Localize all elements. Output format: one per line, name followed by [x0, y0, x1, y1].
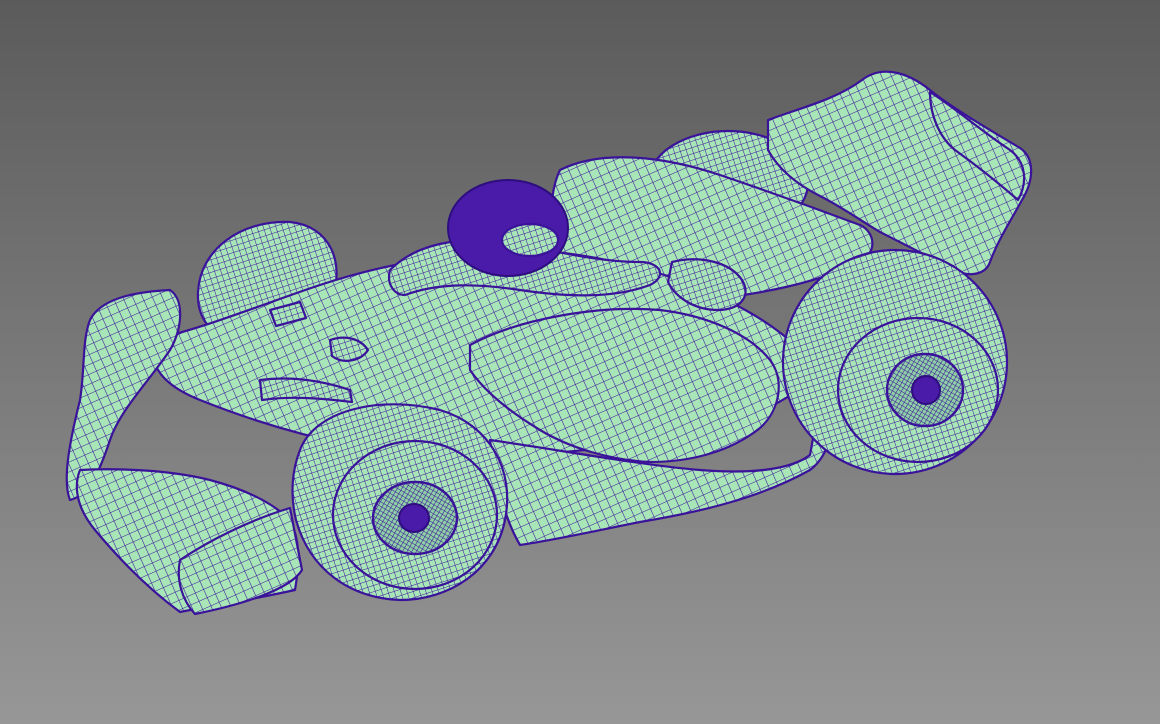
- front-right-wheel[interactable]: [291, 403, 509, 602]
- rear-right-wheel[interactable]: [781, 248, 1009, 476]
- helmet-visor: [500, 222, 560, 258]
- 3d-viewport[interactable]: [0, 0, 1160, 724]
- viewport-canvas[interactable]: [0, 0, 1160, 724]
